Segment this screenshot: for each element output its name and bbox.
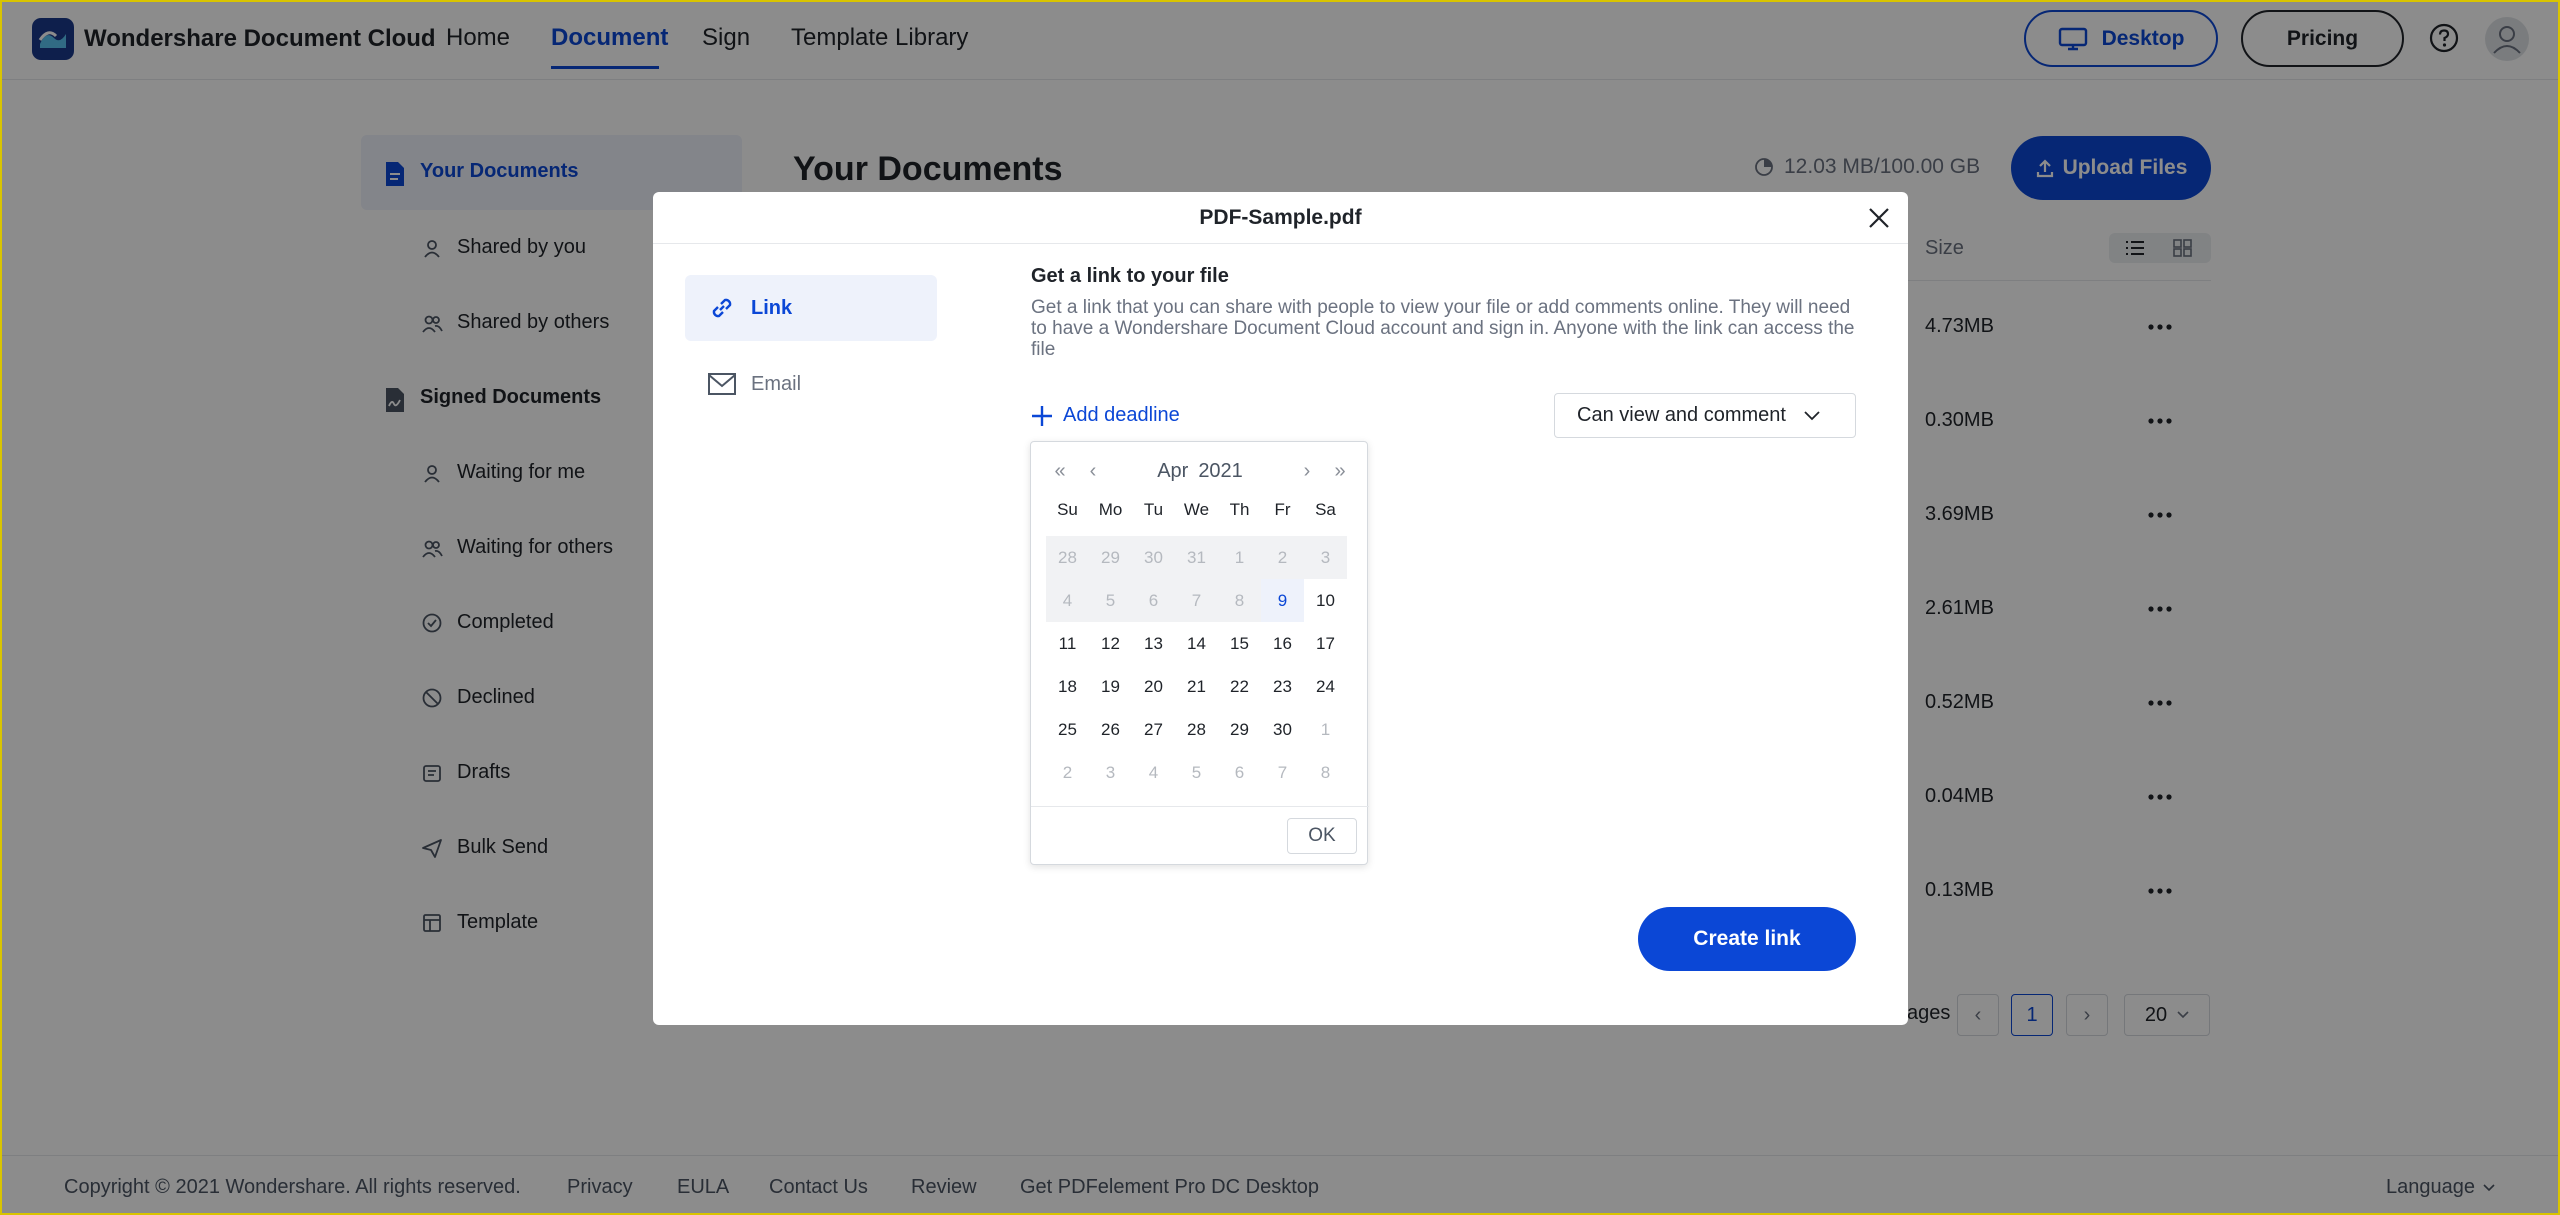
- calendar-day[interactable]: 20: [1132, 665, 1175, 708]
- permission-value: Can view and comment: [1577, 404, 1786, 426]
- calendar-day[interactable]: 23: [1261, 665, 1304, 708]
- calendar-day[interactable]: 24: [1304, 665, 1347, 708]
- chevron-down-icon: [1804, 410, 1820, 421]
- calendar-day: 30: [1132, 536, 1175, 579]
- link-icon: [707, 293, 737, 323]
- calendar-day[interactable]: 25: [1046, 708, 1089, 751]
- calendar-day[interactable]: 6: [1218, 751, 1261, 794]
- permission-select[interactable]: Can view and comment: [1554, 393, 1856, 438]
- next-year-icon[interactable]: »: [1328, 456, 1352, 486]
- deadline-date-picker: « ‹ Apr 2021 › » Su Mo Tu We Th Fr Sa 28…: [1030, 441, 1369, 865]
- calendar-day[interactable]: 8: [1304, 751, 1347, 794]
- calendar-day: 31: [1175, 536, 1218, 579]
- calendar-day[interactable]: 29: [1218, 708, 1261, 751]
- tab-link[interactable]: Link: [685, 275, 937, 341]
- calendar-day[interactable]: 27: [1132, 708, 1175, 751]
- calendar-day[interactable]: 26: [1089, 708, 1132, 751]
- calendar-day[interactable]: 13: [1132, 622, 1175, 665]
- calendar-week: 2 3 4 5 6 7 8: [1046, 751, 1347, 794]
- prev-year-icon[interactable]: «: [1048, 456, 1072, 486]
- calendar-day[interactable]: 14: [1175, 622, 1218, 665]
- share-link-modal: PDF-Sample.pdf Link Email Get a link to …: [653, 192, 1908, 1025]
- calendar-day: 2: [1261, 536, 1304, 579]
- calendar-week: 18 19 20 21 22 23 24: [1046, 665, 1347, 708]
- calendar-year[interactable]: 2021: [1198, 460, 1243, 483]
- weekday-label: Su: [1057, 500, 1078, 519]
- calendar-day[interactable]: 1: [1304, 708, 1347, 751]
- add-deadline-label: Add deadline: [1063, 404, 1180, 426]
- calendar-day[interactable]: 5: [1175, 751, 1218, 794]
- calendar-week: 25 26 27 28 29 30 1: [1046, 708, 1347, 751]
- calendar-month[interactable]: Apr: [1157, 460, 1188, 483]
- modal-title: PDF-Sample.pdf: [653, 192, 1908, 244]
- add-deadline-button[interactable]: Add deadline: [1031, 404, 1180, 427]
- calendar-header: « ‹ Apr 2021 › »: [1031, 456, 1369, 486]
- calendar-day[interactable]: 18: [1046, 665, 1089, 708]
- calendar-day[interactable]: 21: [1175, 665, 1218, 708]
- calendar-day[interactable]: 4: [1132, 751, 1175, 794]
- tab-email-label: Email: [751, 372, 802, 395]
- weekday-label: Tu: [1143, 500, 1164, 519]
- calendar-day[interactable]: 12: [1089, 622, 1132, 665]
- calendar-footer-divider: [1031, 806, 1369, 807]
- calendar-day: 7: [1175, 579, 1218, 622]
- calendar-day: 6: [1132, 579, 1175, 622]
- calendar-day[interactable]: 3: [1089, 751, 1132, 794]
- calendar-day[interactable]: 22: [1218, 665, 1261, 708]
- calendar-day: 5: [1089, 579, 1132, 622]
- tab-email[interactable]: Email: [685, 351, 937, 417]
- weekday-label: Th: [1229, 500, 1250, 519]
- calendar-day[interactable]: 30: [1261, 708, 1304, 751]
- calendar-day[interactable]: 17: [1304, 622, 1347, 665]
- calendar-day-today[interactable]: 9: [1261, 579, 1304, 622]
- calendar-day[interactable]: 28: [1175, 708, 1218, 751]
- calendar-day: 3: [1304, 536, 1347, 579]
- calendar-week: 28 29 30 31 1 2 3: [1046, 536, 1347, 579]
- calendar-day: 4: [1046, 579, 1089, 622]
- close-icon[interactable]: [1868, 207, 1890, 229]
- tab-link-label: Link: [751, 296, 793, 319]
- calendar-day: 28: [1046, 536, 1089, 579]
- plus-icon: [1031, 405, 1053, 427]
- calendar-ok-button[interactable]: OK: [1287, 818, 1357, 854]
- calendar-day[interactable]: 16: [1261, 622, 1304, 665]
- create-link-button[interactable]: Create link: [1638, 907, 1856, 971]
- calendar-day: 29: [1089, 536, 1132, 579]
- calendar-title: Apr 2021: [1111, 456, 1289, 486]
- next-month-icon[interactable]: ›: [1295, 456, 1319, 486]
- calendar-day[interactable]: 2: [1046, 751, 1089, 794]
- calendar-day[interactable]: 11: [1046, 622, 1089, 665]
- calendar-day: 1: [1218, 536, 1261, 579]
- calendar-week: 4 5 6 7 8 9 10: [1046, 579, 1347, 622]
- mail-icon: [707, 372, 737, 396]
- link-description: Get a link that you can share with peopl…: [1031, 297, 1855, 360]
- calendar-day[interactable]: 15: [1218, 622, 1261, 665]
- calendar-week: 11 12 13 14 15 16 17: [1046, 622, 1347, 665]
- calendar-day[interactable]: 19: [1089, 665, 1132, 708]
- calendar-day[interactable]: 10: [1304, 579, 1347, 622]
- weekday-label: Fr: [1274, 500, 1291, 519]
- calendar-day: 8: [1218, 579, 1261, 622]
- calendar-day[interactable]: 7: [1261, 751, 1304, 794]
- weekday-label: Mo: [1098, 500, 1123, 519]
- weekday-label: Sa: [1315, 500, 1336, 519]
- weekday-label: We: [1183, 500, 1210, 519]
- link-heading: Get a link to your file: [1031, 265, 1229, 287]
- prev-month-icon[interactable]: ‹: [1081, 456, 1105, 486]
